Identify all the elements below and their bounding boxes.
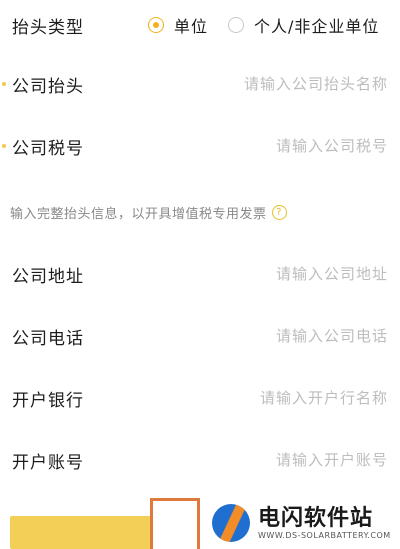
company-header-row: 公司抬头 [0,53,400,115]
submit-button[interactable] [10,516,152,549]
company-phone-label: 公司电话 [12,328,84,349]
invoice-hint: 输入完整抬头信息，以开具增值税专用发票 ? [10,203,287,222]
watermark-subtitle: WWW.DS-SOLARBATTERY.COM [258,530,391,540]
radio-unselected-icon[interactable] [228,17,245,33]
account-input[interactable] [188,451,388,469]
radio-unit-label: 单位 [174,17,209,36]
company-address-label: 公司地址 [12,266,84,287]
required-dot-icon [2,82,6,86]
watermark-title: 电闪软件站 [258,505,374,531]
required-dot-icon [2,144,6,148]
highlight-box [150,498,200,549]
bank-label: 开户银行 [12,390,84,411]
title-type-row: 抬头类型 单位 个人/非企业单位 [0,0,400,56]
company-header-label: 公司抬头 [12,76,84,97]
account-row: 开户账号 [0,429,400,491]
bank-row: 开户银行 [0,367,400,429]
radio-selected-icon[interactable] [148,17,164,33]
radio-unit[interactable]: 单位 [148,13,208,37]
watermark-logo-icon [212,504,250,542]
question-icon[interactable]: ? [271,205,287,220]
bank-input[interactable] [188,389,388,407]
invoice-hint-text: 输入完整抬头信息，以开具增值税专用发票 [10,207,267,222]
company-header-input[interactable] [188,75,388,93]
title-type-radio-group: 单位 个人/非企业单位 [148,13,399,37]
company-phone-row: 公司电话 [0,305,400,367]
account-label: 开户账号 [12,452,84,473]
radio-personal-label: 个人/非企业单位 [254,17,380,36]
company-address-input[interactable] [188,265,388,283]
company-tax-label: 公司税号 [12,138,84,159]
title-type-label: 抬头类型 [12,17,84,38]
company-tax-input[interactable] [188,137,388,155]
company-tax-row: 公司税号 [0,115,400,177]
radio-personal[interactable]: 个人/非企业单位 [228,13,379,37]
bottom-bar: 电闪软件站 WWW.DS-SOLARBATTERY.COM [0,498,400,549]
company-address-row: 公司地址 [0,243,400,305]
company-phone-input[interactable] [188,327,388,345]
watermark: 电闪软件站 WWW.DS-SOLARBATTERY.COM [212,504,391,542]
